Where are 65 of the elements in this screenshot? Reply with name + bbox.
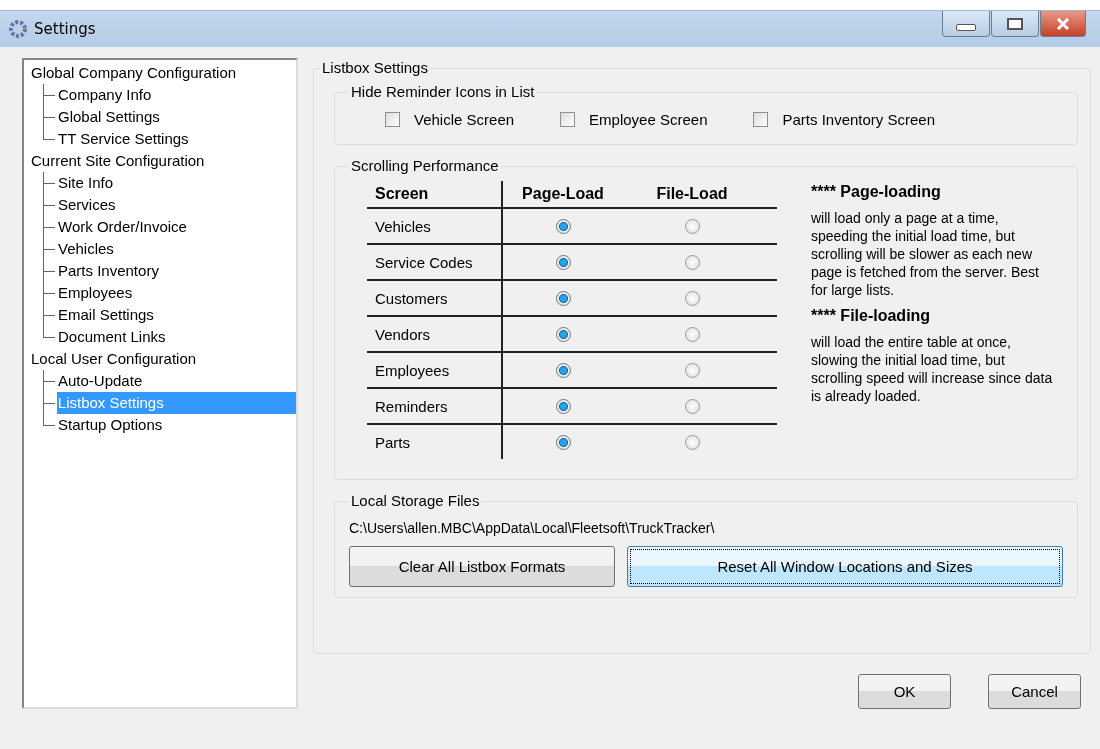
radio-button[interactable] bbox=[684, 434, 700, 450]
radio-button[interactable] bbox=[684, 290, 700, 306]
note-text: will load the entire table at once, slowing the initial load time, but scrolling speed will increase since data is already loaded. bbox=[811, 333, 1054, 405]
minimize-button[interactable] bbox=[942, 11, 990, 37]
screen-name: Service Codes bbox=[367, 245, 503, 279]
close-icon bbox=[1055, 17, 1071, 30]
radio-button[interactable] bbox=[555, 326, 571, 342]
radio-button[interactable] bbox=[555, 254, 571, 270]
tree-item[interactable]: Parts Inventory bbox=[57, 260, 161, 282]
tree-item[interactable]: Document Links bbox=[57, 326, 168, 348]
tree-item[interactable]: Auto-Update bbox=[57, 370, 145, 392]
group-title: Local Storage Files bbox=[350, 492, 481, 510]
radio-button[interactable] bbox=[684, 254, 700, 270]
checkbox-label[interactable]: Employee Screen bbox=[589, 111, 708, 128]
screen-name: Customers bbox=[367, 281, 503, 315]
group-title: Scrolling Performance bbox=[350, 157, 500, 175]
column-header: File-Load bbox=[655, 185, 729, 203]
radio-button[interactable] bbox=[555, 362, 571, 378]
storage-path: C:\Users\allen.MBC\AppData\Local\Fleetsoft\TruckTracker\ bbox=[349, 520, 716, 536]
radio-button[interactable] bbox=[684, 218, 700, 234]
checkbox[interactable] bbox=[385, 112, 400, 127]
window-title: Settings bbox=[34, 20, 96, 38]
group-title: Listbox Settings bbox=[321, 59, 429, 77]
tree-item[interactable]: Work Order/Invoice bbox=[57, 216, 189, 238]
tree-item[interactable]: Services bbox=[57, 194, 118, 216]
screen-name: Parts bbox=[367, 425, 503, 459]
screen-name: Vehicles bbox=[367, 209, 503, 243]
note-heading: **** File-loading bbox=[811, 307, 932, 325]
tree-item[interactable]: Employees bbox=[57, 282, 135, 304]
gear-icon bbox=[8, 19, 28, 39]
tree-item[interactable]: Startup Options bbox=[57, 414, 165, 436]
radio-button[interactable] bbox=[684, 326, 700, 342]
screen-name: Vendors bbox=[367, 317, 503, 351]
note-text: will load only a page at a time, speeding the initial load time, but scrolling will be slower as each new page is fetched from the server. Best for large lists. bbox=[811, 209, 1040, 299]
tree-item[interactable]: Vehicles bbox=[57, 238, 116, 260]
checkbox-label[interactable]: Vehicle Screen bbox=[414, 111, 515, 128]
radio-button[interactable] bbox=[555, 218, 571, 234]
radio-button[interactable] bbox=[555, 290, 571, 306]
tree-item[interactable]: Email Settings bbox=[57, 304, 156, 326]
tree-item[interactable]: Current Site Configuration bbox=[30, 150, 207, 172]
column-header: Page-Load bbox=[521, 185, 605, 203]
tree-item[interactable]: Site Info bbox=[57, 172, 116, 194]
cancel-button[interactable]: Cancel bbox=[988, 674, 1081, 709]
checkbox[interactable] bbox=[753, 112, 769, 127]
tree-item[interactable]: Global Settings bbox=[57, 106, 162, 128]
checkbox-label[interactable]: Parts Inventory Screen bbox=[782, 111, 936, 128]
action-button[interactable]: Reset All Window Locations and Sizes bbox=[627, 546, 1063, 587]
tree-item[interactable]: TT Service Settings bbox=[57, 128, 191, 150]
radio-button[interactable] bbox=[555, 398, 571, 414]
ok-button[interactable]: OK bbox=[858, 674, 951, 709]
tree-item[interactable]: Company Info bbox=[57, 84, 154, 106]
maximize-button[interactable] bbox=[991, 11, 1039, 37]
note-heading: **** Page-loading bbox=[811, 183, 942, 201]
screen-name: Reminders bbox=[367, 389, 503, 423]
column-header: Screen bbox=[367, 181, 503, 207]
radio-button[interactable] bbox=[555, 434, 571, 450]
group-title: Hide Reminder Icons in List bbox=[350, 83, 536, 101]
radio-button[interactable] bbox=[684, 362, 700, 378]
action-button[interactable]: Clear All Listbox Formats bbox=[349, 546, 615, 587]
screen-name: Employees bbox=[367, 353, 503, 387]
radio-button[interactable] bbox=[684, 398, 700, 414]
checkbox[interactable] bbox=[560, 112, 576, 127]
tree-item[interactable]: Local User Configuration bbox=[30, 348, 199, 370]
tree-item[interactable]: Global Company Configuration bbox=[30, 62, 239, 84]
close-button[interactable] bbox=[1040, 11, 1086, 37]
